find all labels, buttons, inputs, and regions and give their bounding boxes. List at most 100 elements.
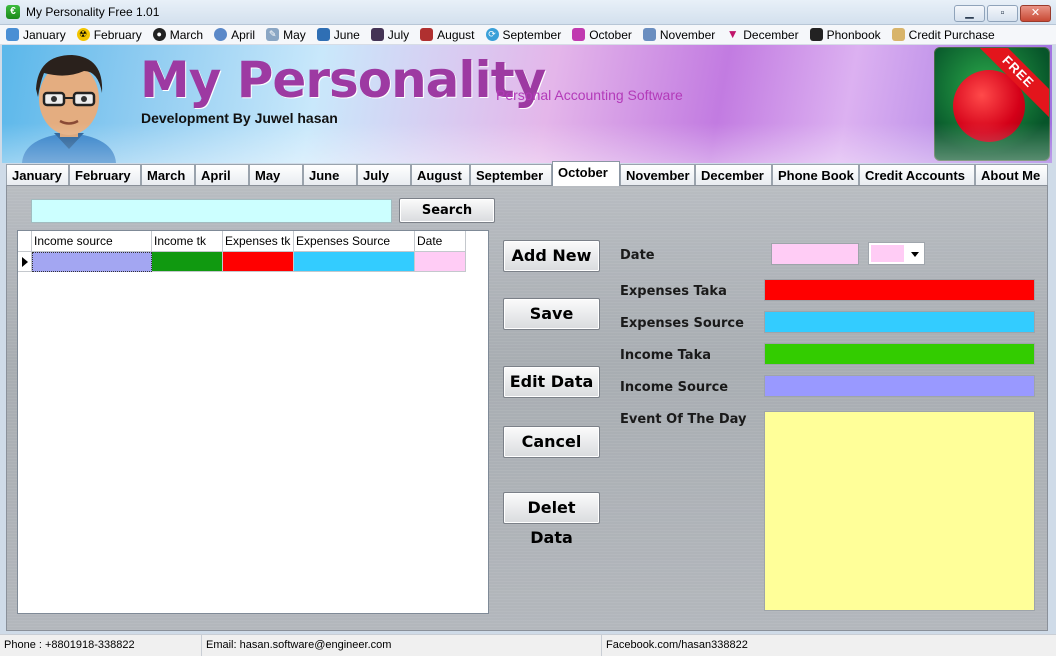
expenses-source-label: Expenses Source — [620, 316, 744, 331]
date-field[interactable] — [771, 243, 859, 265]
hand-icon — [891, 28, 905, 41]
month-panel: Search Income source Income tk Expenses … — [6, 185, 1048, 631]
column-header-income-tk[interactable]: Income tk — [152, 231, 223, 252]
bangladesh-flag-image: FREE — [934, 47, 1050, 161]
banner: My Personality Personal Accounting Softw… — [2, 45, 1052, 163]
maximize-button[interactable]: ▫ — [987, 5, 1018, 22]
tab-december[interactable]: December — [695, 164, 772, 186]
tab-march[interactable]: March — [141, 164, 195, 186]
income-taka-label: Income Taka — [620, 348, 711, 363]
tab-october[interactable]: October — [552, 161, 620, 186]
delete-data-button[interactable]: Delet Data — [503, 492, 600, 547]
menu-item-may[interactable]: ✎ May — [266, 28, 306, 42]
menu-item-november[interactable]: November — [642, 28, 715, 42]
minimize-button[interactable]: ▁ — [954, 5, 985, 22]
month-tabs: January February March April May June Ju… — [6, 161, 1048, 186]
globe-icon — [214, 28, 228, 41]
records-grid[interactable]: Income source Income tk Expenses tk Expe… — [17, 230, 489, 614]
close-button[interactable]: ✕ — [1020, 5, 1051, 22]
avatar — [22, 55, 116, 163]
tab-credit-accounts[interactable]: Credit Accounts — [859, 164, 975, 186]
column-header-expenses-source[interactable]: Expenses Source — [294, 231, 415, 252]
expenses-taka-label: Expenses Taka — [620, 284, 727, 299]
menu-item-phonbook[interactable]: Phonbook — [809, 28, 881, 42]
menu-item-august[interactable]: August — [420, 28, 475, 42]
minimize-icon: ▁ — [965, 7, 974, 19]
tab-september[interactable]: September — [470, 164, 552, 186]
triangle-icon: ▼ — [726, 27, 739, 41]
tab-august[interactable]: August — [411, 164, 470, 186]
tab-june[interactable]: June — [303, 164, 357, 186]
pencil-icon: ✎ — [266, 28, 280, 41]
monitor-icon — [6, 28, 19, 41]
column-header-date[interactable]: Date — [415, 231, 466, 252]
save-button[interactable]: Save — [503, 298, 600, 330]
event-of-the-day-field[interactable] — [764, 411, 1035, 611]
cell-date[interactable] — [415, 252, 466, 272]
column-header-expenses-tk[interactable]: Expenses tk — [223, 231, 294, 252]
film-reel-icon: ● — [152, 28, 166, 41]
menu-item-july[interactable]: July — [370, 28, 409, 42]
window-title: My Personality Free 1.01 — [26, 5, 160, 19]
tools-icon — [572, 28, 586, 41]
brand-subtitle: Personal Accounting Software — [496, 87, 683, 103]
search-button[interactable]: Search — [399, 198, 495, 223]
tab-january[interactable]: January — [6, 164, 69, 186]
cell-income-tk[interactable] — [152, 252, 223, 272]
developer-credit: Development By Juwel hasan — [141, 110, 338, 126]
income-source-label: Income Source — [620, 380, 729, 395]
brand-title: My Personality — [140, 51, 546, 109]
date-picker-swatch — [871, 245, 904, 262]
cell-expenses-tk[interactable] — [223, 252, 294, 272]
row-header-corner — [18, 231, 32, 252]
cell-expenses-source[interactable] — [294, 252, 415, 272]
column-header-income-source[interactable]: Income source — [32, 231, 152, 252]
search-input[interactable] — [31, 199, 392, 223]
menu-item-september[interactable]: ⟳ September — [485, 28, 561, 42]
menu-item-january[interactable]: January — [6, 28, 66, 42]
table-row[interactable] — [18, 252, 488, 272]
edit-data-button[interactable]: Edit Data — [503, 366, 600, 398]
sync-icon: ⟳ — [485, 28, 499, 41]
satellite-icon — [642, 28, 656, 41]
event-of-the-day-label: Event Of The Day — [620, 412, 747, 427]
grid-header: Income source Income tk Expenses tk Expe… — [18, 231, 488, 252]
tab-february[interactable]: February — [69, 164, 141, 186]
status-bar: Phone : +8801918-338822 Email: hasan.sof… — [0, 634, 1056, 656]
menu-item-february[interactable]: ☢ February — [76, 28, 142, 42]
income-taka-field[interactable] — [764, 343, 1035, 365]
menu-item-march[interactable]: ● March — [152, 28, 203, 42]
expenses-source-field[interactable] — [764, 311, 1035, 333]
close-icon: ✕ — [1030, 7, 1041, 19]
tab-phone-book[interactable]: Phone Book — [772, 164, 859, 186]
menu-item-april[interactable]: April — [214, 28, 255, 42]
menu-item-december[interactable]: ▼ December — [726, 27, 799, 42]
status-facebook: Facebook.com/hasan338822 — [606, 639, 748, 651]
tab-about-me[interactable]: About Me — [975, 164, 1048, 186]
phonebook-icon — [809, 28, 823, 41]
menu-item-credit-purchase[interactable]: Credit Purchase — [891, 28, 995, 42]
people-icon — [420, 28, 434, 41]
laptop-icon — [316, 28, 330, 41]
add-new-button[interactable]: Add New — [503, 240, 600, 272]
tab-april[interactable]: April — [195, 164, 249, 186]
computer-icon — [370, 28, 384, 41]
menu-item-june[interactable]: June — [316, 28, 360, 42]
tab-november[interactable]: November — [620, 164, 695, 186]
radiation-icon: ☢ — [76, 28, 90, 41]
chevron-down-icon — [911, 252, 919, 257]
row-pointer-icon — [18, 252, 32, 272]
maximize-icon: ▫ — [1000, 7, 1005, 19]
status-phone: Phone : +8801918-338822 — [0, 635, 202, 656]
menu-item-october[interactable]: October — [572, 28, 632, 42]
date-picker-dropdown[interactable] — [868, 242, 925, 265]
title-bar: € My Personality Free 1.01 ▁ ▫ ✕ — [0, 0, 1056, 25]
income-source-field[interactable] — [764, 375, 1035, 397]
cancel-button[interactable]: Cancel — [503, 426, 600, 458]
tab-may[interactable]: May — [249, 164, 303, 186]
date-label: Date — [620, 248, 655, 263]
status-email: Email: hasan.software@engineer.com — [202, 635, 602, 656]
cell-income-source[interactable] — [32, 252, 152, 272]
tab-july[interactable]: July — [357, 164, 411, 186]
expenses-taka-field[interactable] — [764, 279, 1035, 301]
